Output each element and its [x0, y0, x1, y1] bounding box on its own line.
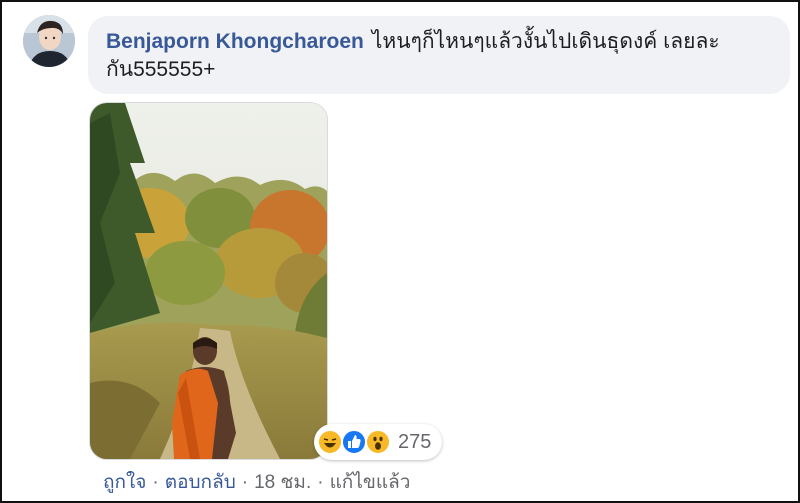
separator: ·: [152, 472, 159, 493]
comment-frame: Benjaporn Khongcharoen ไหนๆก็ไหนๆแล้วงั้น…: [0, 0, 800, 503]
comment-body: Benjaporn Khongcharoen ไหนๆก็ไหนๆแล้วงั้น…: [106, 28, 776, 84]
profile-photo: [23, 15, 75, 67]
wow-icon: [365, 429, 391, 455]
separator: ·: [317, 472, 324, 493]
forest-path-photo: [90, 103, 327, 459]
reactions-summary[interactable]: 275: [314, 424, 442, 460]
like-icon: [341, 429, 367, 455]
like-link[interactable]: ถูกใจ: [103, 472, 146, 493]
comment-photo[interactable]: [89, 102, 328, 460]
haha-icon: [317, 429, 343, 455]
reply-link[interactable]: ตอบกลับ: [165, 472, 236, 493]
edited-label[interactable]: แก้ไขแล้ว: [330, 472, 411, 493]
avatar[interactable]: [23, 15, 75, 67]
reaction-count: 275: [398, 431, 432, 453]
timestamp-link[interactable]: 18 ชม.: [254, 472, 311, 493]
separator: ·: [241, 472, 249, 493]
comment-actions: ถูกใจ · ตอบกลับ · 18 ชม. · แก้ไขแล้ว: [103, 467, 410, 497]
comment-author-link[interactable]: Benjaporn Khongcharoen: [106, 30, 364, 53]
comment-bubble: Benjaporn Khongcharoen ไหนๆก็ไหนๆแล้วงั้น…: [88, 16, 790, 94]
